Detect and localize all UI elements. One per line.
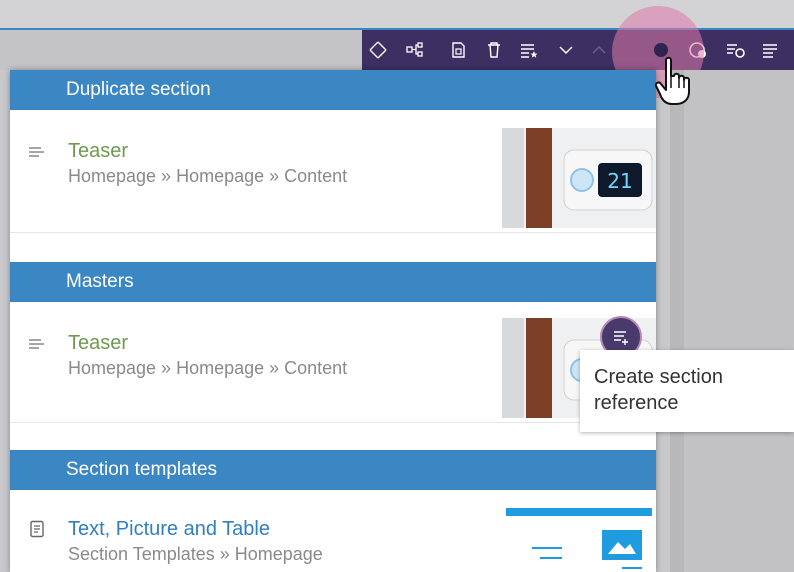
section-header-duplicate: Duplicate section [10, 70, 656, 110]
thermostat-value: 21 [607, 169, 632, 193]
gray-bar [0, 30, 362, 70]
list-plus-icon [614, 331, 628, 345]
chevron-down-icon[interactable] [553, 37, 579, 63]
item-path: Homepage » Homepage » Content [68, 358, 348, 378]
template-thumbnail [502, 508, 656, 572]
right-column [684, 70, 794, 572]
delete-icon[interactable] [481, 37, 507, 63]
hand-cursor-icon [654, 56, 690, 105]
item-title: Teaser [68, 332, 129, 354]
list-item[interactable]: Teaser Homepage » Homepage » Content [10, 302, 656, 422]
tooltip-line-2: reference [594, 392, 679, 414]
divider [10, 422, 656, 423]
tooltip: Create section reference [580, 350, 794, 432]
tooltip-line-1: Create section [594, 366, 723, 388]
page-icon[interactable] [445, 37, 471, 63]
edit-toolbar [362, 30, 794, 70]
item-title: Text, Picture and Table [68, 518, 270, 540]
item-path: Section Templates » Homepage [68, 544, 323, 564]
item-path: Homepage » Homepage » Content [68, 166, 348, 186]
column-separator [670, 70, 684, 572]
move-icon[interactable] [365, 37, 391, 63]
list-item[interactable]: Text, Picture and Table Section Template… [10, 490, 656, 572]
section-header-masters: Masters [10, 262, 656, 302]
list-lines-icon [29, 147, 44, 157]
list-lines-icon [29, 339, 44, 349]
chevron-up-icon[interactable] [586, 37, 612, 63]
item-title: Teaser [68, 140, 129, 162]
list-item[interactable]: Teaser Homepage » Homepage » Content 21 [10, 110, 656, 232]
document-icon [30, 520, 44, 538]
teaser-thumbnail: 21 [502, 128, 656, 228]
list-star-icon[interactable] [516, 37, 542, 63]
refresh-list-icon[interactable] [722, 37, 748, 63]
list-icon[interactable] [758, 37, 784, 63]
section-reference-icon[interactable] [648, 37, 674, 63]
structure-icon[interactable] [402, 37, 428, 63]
divider [10, 232, 656, 233]
insert-section-panel: Duplicate section Teaser Homepage » Home… [10, 70, 656, 572]
section-header-templates: Section templates [10, 450, 656, 490]
